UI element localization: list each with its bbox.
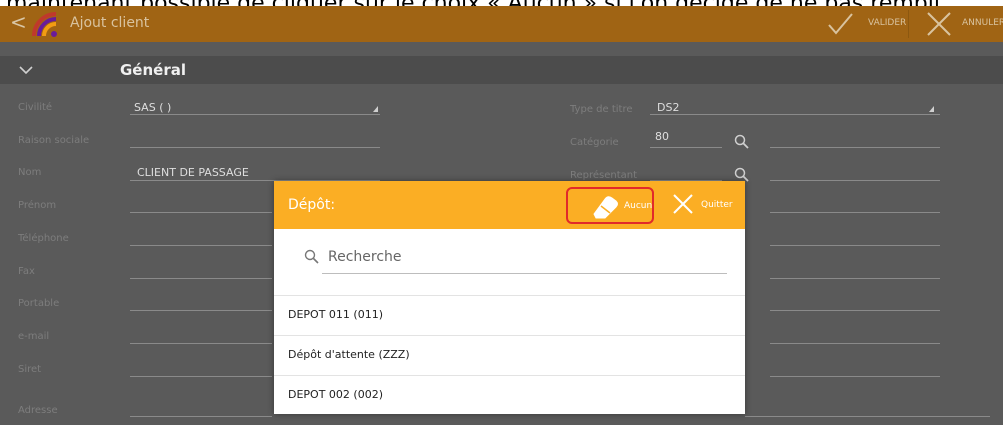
search-input[interactable] — [322, 246, 734, 268]
chevron-down-icon[interactable] — [18, 64, 34, 76]
search-icon[interactable] — [734, 134, 750, 150]
label-email: e-mail — [18, 331, 50, 342]
close-icon[interactable] — [672, 193, 694, 215]
fax-field[interactable] — [130, 278, 272, 279]
list-item[interactable]: DEPOT 002 (002) — [274, 375, 745, 416]
label-raison-sociale: Raison sociale — [18, 135, 90, 146]
right-field-row[interactable] — [770, 245, 940, 246]
label-adresse: Adresse — [18, 405, 58, 416]
label-categorie: Catégorie — [570, 137, 619, 148]
telephone-field[interactable] — [130, 245, 272, 246]
list-item-label: DEPOT 002 (002) — [288, 388, 383, 401]
portable-field[interactable] — [130, 310, 272, 311]
right-field-row[interactable] — [770, 212, 940, 213]
search-underline — [322, 273, 727, 274]
adresse-field[interactable] — [130, 416, 272, 417]
dialog-header: Dépôt: Aucun Quitter — [274, 181, 745, 229]
list-item-label: Dépôt d'attente (ZZZ) — [288, 348, 410, 361]
siret-field[interactable] — [130, 376, 272, 377]
label-portable: Portable — [18, 298, 60, 309]
right-field-row[interactable] — [770, 376, 940, 377]
label-representant: Représentant — [570, 170, 638, 181]
type-de-titre-select-value[interactable]: DS2 — [657, 101, 679, 114]
eraser-icon — [593, 196, 618, 219]
app-logo-icon — [32, 12, 57, 37]
validate-check-icon[interactable] — [826, 10, 854, 38]
civilite-underline — [130, 114, 380, 115]
list-item[interactable]: DEPOT 011 (011) — [274, 295, 745, 336]
section-header-general[interactable]: Général — [0, 56, 1003, 84]
section-title: Général — [120, 61, 186, 79]
quitter-button[interactable]: Quitter — [701, 200, 733, 210]
depot-dialog: Dépôt: Aucun Quitter DEPOT 011 (011) Dép… — [274, 181, 745, 414]
aucun-button[interactable]: Aucun — [566, 187, 654, 224]
label-type-de-titre: Type de titre — [570, 104, 633, 115]
dropdown-arrow-icon[interactable] — [373, 106, 378, 112]
type-de-titre-underline — [650, 114, 940, 115]
right-field-row[interactable] — [770, 310, 940, 311]
categorie-underline — [650, 147, 722, 148]
cancel-x-icon[interactable] — [925, 10, 953, 38]
validate-button[interactable]: VALIDER — [868, 18, 906, 28]
representant-label-field — [770, 180, 940, 181]
label-nom: Nom — [18, 167, 42, 178]
list-item-label: DEPOT 011 (011) — [288, 308, 383, 321]
prenom-field[interactable] — [130, 212, 272, 213]
dropdown-arrow-icon[interactable] — [929, 106, 934, 112]
page-title: Ajout client — [70, 15, 150, 31]
raison-sociale-field[interactable] — [130, 147, 380, 148]
email-field[interactable] — [130, 343, 272, 344]
back-chevron-icon[interactable]: < — [10, 12, 27, 32]
label-civilite: Civilité — [18, 102, 53, 113]
search-icon — [304, 249, 319, 264]
categorie-label-field — [770, 147, 940, 148]
top-bar: < Ajout client VALIDER ANNULER — [0, 6, 1003, 42]
aucun-label: Aucun — [624, 201, 653, 211]
categorie-field-value[interactable]: 80 — [655, 130, 669, 143]
label-siret: Siret — [18, 364, 42, 375]
nom-field-value[interactable]: CLIENT DE PASSAGE — [137, 166, 249, 179]
label-telephone: Téléphone — [18, 233, 69, 244]
toolbar-divider — [908, 10, 909, 38]
right-field-row[interactable] — [770, 278, 940, 279]
right-field-row[interactable] — [770, 343, 940, 344]
civilite-select-value[interactable]: SAS ( ) — [134, 101, 171, 114]
adresse-field-right[interactable] — [745, 416, 990, 417]
label-prenom: Prénom — [18, 200, 57, 211]
list-item[interactable]: Dépôt d'attente (ZZZ) — [274, 335, 745, 376]
cancel-button[interactable]: ANNULER — [962, 18, 1003, 28]
label-fax: Fax — [18, 266, 35, 277]
search-bar — [298, 239, 734, 279]
dialog-title: Dépôt: — [288, 197, 336, 213]
